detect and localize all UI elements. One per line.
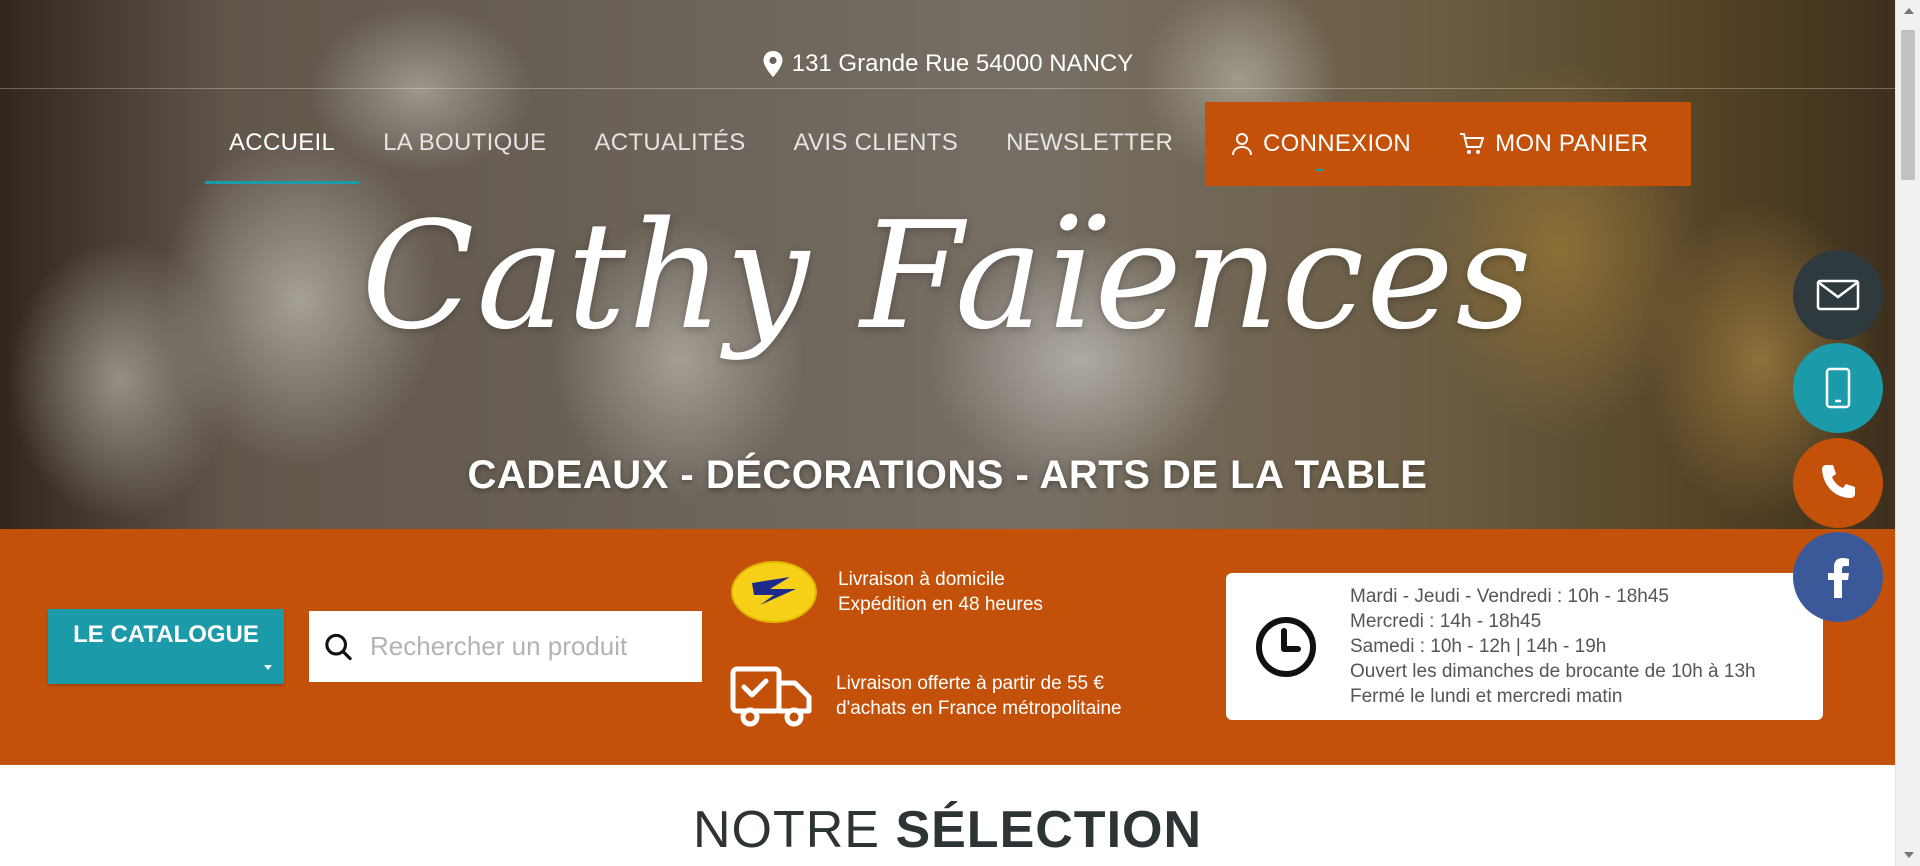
free-shipping-text: Livraison offerte à partir de 55 € d'ach… bbox=[836, 671, 1122, 721]
caret-down-icon bbox=[264, 665, 272, 670]
phone-icon bbox=[1822, 465, 1855, 498]
nav-newsletter[interactable]: NEWSLETTER bbox=[982, 102, 1197, 184]
scroll-down-icon[interactable] bbox=[1904, 852, 1914, 858]
panier-label: MON PANIER bbox=[1495, 130, 1649, 157]
la-poste-icon bbox=[731, 561, 817, 623]
search-bar bbox=[309, 611, 702, 682]
section-title-light: NOTRE bbox=[692, 801, 880, 859]
hours-line: Mardi - Jeudi - Vendredi : 10h - 18h45 bbox=[1350, 586, 1669, 607]
address-text: 131 Grande Rue 54000 NANCY bbox=[791, 50, 1134, 77]
search-icon[interactable] bbox=[323, 627, 354, 667]
connexion-link[interactable]: CONNEXION bbox=[1205, 103, 1435, 185]
hours-line: Ouvert les dimanches de brocante de 10h … bbox=[1350, 661, 1756, 682]
hours-line: Samedi : 10h - 12h | 14h - 19h bbox=[1350, 636, 1607, 657]
facebook-button[interactable] bbox=[1793, 532, 1883, 622]
location-pin-icon bbox=[763, 51, 783, 77]
mobile-button[interactable] bbox=[1793, 343, 1883, 433]
hours-line: Mercredi : 14h - 18h45 bbox=[1350, 611, 1542, 632]
mobile-icon bbox=[1825, 367, 1851, 409]
connexion-indicator bbox=[1316, 169, 1325, 171]
email-button[interactable] bbox=[1793, 250, 1883, 340]
opening-hours-card: Mardi - Jeudi - Vendredi : 10h - 18h45 M… bbox=[1226, 573, 1823, 720]
delivery-line1: Livraison à domicile bbox=[838, 569, 1005, 590]
user-icon bbox=[1232, 133, 1252, 156]
nav-actualites[interactable]: ACTUALITÉS bbox=[570, 102, 769, 184]
section-title: NOTRE SÉLECTION bbox=[0, 800, 1895, 860]
nav-la-boutique[interactable]: LA BOUTIQUE bbox=[359, 102, 570, 184]
nav-accueil[interactable]: ACCUEIL bbox=[205, 102, 360, 184]
delivery-line2: Expédition en 48 heures bbox=[838, 594, 1043, 615]
phone-button[interactable] bbox=[1793, 438, 1883, 528]
page-scrollbar[interactable] bbox=[1895, 0, 1920, 866]
scrollbar-thumb[interactable] bbox=[1901, 30, 1915, 180]
hero-tagline: CADEAUX - DÉCORATIONS - ARTS DE LA TABLE bbox=[467, 453, 1428, 497]
mail-icon bbox=[1816, 279, 1860, 311]
free-shipping-info: Livraison offerte à partir de 55 € d'ach… bbox=[730, 663, 1122, 729]
cart-icon bbox=[1460, 133, 1485, 154]
nav-avis-clients[interactable]: AVIS CLIENTS bbox=[770, 102, 983, 184]
hours-line: Fermé le lundi et mercredi matin bbox=[1350, 686, 1623, 707]
facebook-icon bbox=[1828, 558, 1849, 598]
info-band: LE CATALOGUE Livraison à domicile Expédi… bbox=[0, 529, 1895, 765]
delivery-info: Livraison à domicile Expédition en 48 he… bbox=[730, 559, 1043, 625]
catalogue-label: LE CATALOGUE bbox=[73, 621, 259, 648]
catalogue-button[interactable]: LE CATALOGUE bbox=[48, 609, 284, 684]
delivery-text: Livraison à domicile Expédition en 48 he… bbox=[838, 567, 1043, 617]
connexion-label: CONNEXION bbox=[1263, 130, 1412, 157]
site-logo[interactable]: Cathy Faïences bbox=[0, 195, 1895, 358]
header-divider bbox=[0, 88, 1895, 89]
scroll-up-icon[interactable] bbox=[1904, 8, 1914, 14]
hero-banner: 131 Grande Rue 54000 NANCY ACCUEIL LA BO… bbox=[0, 0, 1895, 529]
hours-list: Mardi - Jeudi - Vendredi : 10h - 18h45 M… bbox=[1350, 584, 1756, 709]
search-input[interactable] bbox=[368, 630, 702, 663]
delivery-truck-icon bbox=[730, 666, 812, 727]
account-nav: CONNEXION MON PANIER bbox=[1205, 102, 1691, 186]
main-nav: ACCUEIL LA BOUTIQUE ACTUALITÉS AVIS CLIE… bbox=[205, 102, 1197, 186]
clock-icon bbox=[1256, 616, 1316, 677]
free-shipping-line1: Livraison offerte à partir de 55 € bbox=[836, 673, 1104, 694]
store-address: 131 Grande Rue 54000 NANCY bbox=[0, 50, 1895, 78]
panier-link[interactable]: MON PANIER bbox=[1435, 103, 1672, 185]
section-title-bold: SÉLECTION bbox=[895, 801, 1203, 859]
free-shipping-line2: d'achats en France métropolitaine bbox=[836, 698, 1122, 719]
